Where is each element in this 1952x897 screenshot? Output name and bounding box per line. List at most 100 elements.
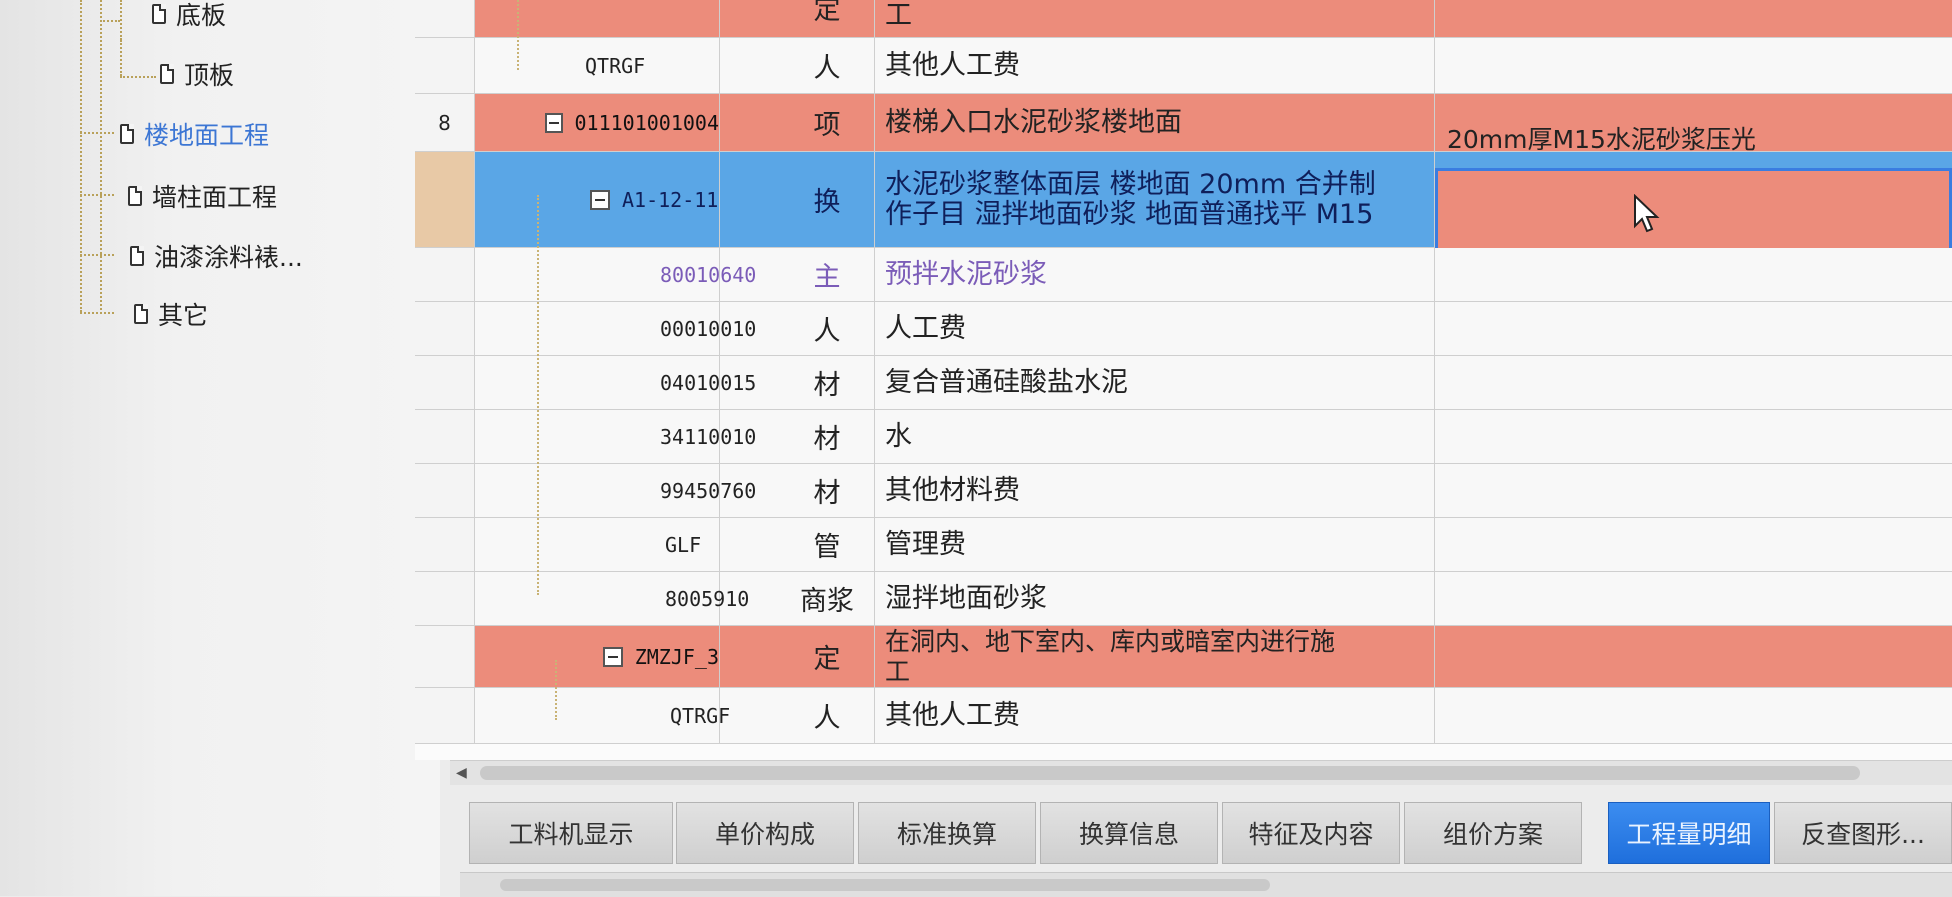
row-code: 04010015 bbox=[475, 356, 756, 409]
row-code: 00010010 bbox=[475, 302, 756, 355]
tree-item-other[interactable]: 其它 bbox=[134, 294, 208, 334]
collapse-icon[interactable] bbox=[602, 646, 623, 667]
table-row[interactable]: 定 工 bbox=[415, 0, 1952, 38]
row-index bbox=[415, 302, 475, 355]
tree-item-floor-works[interactable]: 楼地面工程 bbox=[120, 114, 269, 154]
table-row[interactable]: 04010015 材 复合普通硅酸盐水泥 bbox=[415, 356, 1952, 410]
tree-item-wall-column-works[interactable]: 墙柱面工程 bbox=[128, 176, 277, 216]
table-row[interactable]: GLF 管 管理费 bbox=[415, 518, 1952, 572]
row-index bbox=[415, 356, 475, 409]
tree-item-label: 楼地面工程 bbox=[144, 121, 270, 150]
row-index bbox=[415, 572, 475, 625]
row-feature[interactable] bbox=[1435, 626, 1952, 687]
collapse-icon[interactable] bbox=[545, 112, 563, 133]
table-row[interactable]: 99450760 材 其他材料费 bbox=[415, 464, 1952, 518]
row-feature[interactable] bbox=[1435, 464, 1952, 517]
row-feature-editing[interactable] bbox=[1435, 168, 1952, 257]
row-type: 材 bbox=[780, 410, 875, 463]
row-name: 复合普通硅酸盐水泥 bbox=[875, 356, 1435, 409]
collapse-icon[interactable] bbox=[590, 189, 610, 210]
tree-item-label: 顶板 bbox=[184, 61, 235, 90]
document-icon bbox=[130, 246, 144, 266]
table-row[interactable]: 00010010 人 人工费 bbox=[415, 302, 1952, 356]
tab-unit-price-composition[interactable]: 单价构成 bbox=[676, 802, 854, 864]
row-name: 楼梯入口水泥砂浆楼地面 bbox=[875, 94, 1435, 151]
tab-reverse-lookup-graphics[interactable]: 反查图形... bbox=[1774, 802, 1952, 864]
row-code: QTRGF bbox=[475, 688, 730, 743]
row-code: A1-12-11 bbox=[475, 152, 720, 247]
tree-connector bbox=[537, 195, 539, 595]
row-type: 人 bbox=[780, 302, 875, 355]
row-name: 人工费 bbox=[875, 302, 1435, 355]
budget-grid: 定 工 QTRGF 人 其他人工费 8 011101001004 项 楼梯入口水… bbox=[415, 0, 1952, 760]
table-row[interactable]: 8 011101001004 项 楼梯入口水泥砂浆楼地面 20mm厚M15水泥砂… bbox=[415, 94, 1952, 154]
row-code bbox=[475, 0, 720, 37]
row-feature[interactable] bbox=[1435, 572, 1952, 625]
tab-labor-material-machine[interactable]: 工料机显示 bbox=[469, 802, 673, 864]
table-row[interactable]: 80010640 主 预拌水泥砂浆 bbox=[415, 248, 1952, 302]
scroll-left-icon[interactable]: ◀ bbox=[456, 765, 467, 781]
scrollbar-thumb[interactable] bbox=[480, 766, 1860, 780]
row-index: 8 bbox=[415, 94, 475, 151]
row-name: 在洞内、地下室内、库内或暗室内进行施 工 bbox=[875, 626, 1435, 687]
horizontal-scrollbar[interactable]: ◀ bbox=[450, 760, 1952, 785]
tab-pricing-plan[interactable]: 组价方案 bbox=[1404, 802, 1582, 864]
row-name: 管理费 bbox=[875, 518, 1435, 571]
row-code: 99450760 bbox=[475, 464, 756, 517]
tree-item-top-slab[interactable]: 顶板 bbox=[160, 54, 234, 94]
tab-quantity-details[interactable]: 工程量明细 bbox=[1608, 802, 1770, 864]
table-row-selected[interactable]: A1-12-11 换 水泥砂浆整体面层 楼地面 20mm 合并制 作子目 湿拌地… bbox=[415, 152, 1952, 257]
row-index bbox=[415, 410, 475, 463]
row-type: 项 bbox=[780, 94, 875, 151]
document-icon bbox=[128, 186, 142, 206]
tab-standard-conversion[interactable]: 标准换算 bbox=[858, 802, 1036, 864]
row-index bbox=[415, 626, 475, 687]
row-type: 人 bbox=[780, 688, 875, 743]
tree-item-paint-works[interactable]: 油漆涂料裱... bbox=[130, 236, 303, 276]
table-row[interactable]: QTRGF 人 其他人工费 bbox=[415, 688, 1952, 744]
row-index bbox=[415, 38, 475, 93]
row-type: 换 bbox=[780, 152, 875, 247]
document-icon bbox=[120, 124, 134, 144]
row-index bbox=[415, 518, 475, 571]
row-feature[interactable] bbox=[1435, 248, 1952, 301]
tree-connector bbox=[517, 0, 519, 70]
row-code: QTRGF bbox=[475, 38, 720, 93]
row-feature[interactable] bbox=[1435, 410, 1952, 463]
row-feature[interactable] bbox=[1435, 356, 1952, 409]
row-code: 8005910 bbox=[475, 572, 749, 625]
table-row[interactable]: 8005910 商浆 湿拌地面砂浆 bbox=[415, 572, 1952, 626]
row-type: 主 bbox=[780, 248, 875, 301]
tab-conversion-info[interactable]: 换算信息 bbox=[1040, 802, 1218, 864]
table-row[interactable]: ZMZJF_3 定 在洞内、地下室内、库内或暗室内进行施 工 bbox=[415, 626, 1952, 688]
bottom-scrollbar[interactable] bbox=[460, 872, 1952, 897]
document-icon bbox=[134, 304, 148, 324]
tab-features-content[interactable]: 特征及内容 bbox=[1222, 802, 1400, 864]
scrollbar-thumb[interactable] bbox=[500, 879, 1270, 891]
row-feature[interactable] bbox=[1435, 38, 1952, 93]
row-type: 定 bbox=[780, 626, 875, 687]
row-code: 80010640 bbox=[475, 248, 756, 301]
row-name: 其他人工费 bbox=[875, 38, 1435, 93]
row-type: 管 bbox=[780, 518, 875, 571]
table-row[interactable]: QTRGF 人 其他人工费 bbox=[415, 38, 1952, 94]
row-name: 预拌水泥砂浆 bbox=[875, 248, 1435, 301]
row-feature[interactable] bbox=[1435, 688, 1952, 743]
tree-item-label: 底板 bbox=[176, 1, 227, 30]
row-feature[interactable] bbox=[1435, 302, 1952, 355]
row-feature[interactable]: 20mm厚M15水泥砂浆压光 bbox=[1435, 94, 1952, 154]
row-index bbox=[415, 688, 475, 743]
row-type: 人 bbox=[780, 38, 875, 93]
table-row[interactable]: 34110010 材 水 bbox=[415, 410, 1952, 464]
row-feature[interactable] bbox=[1435, 518, 1952, 571]
project-tree: 底板 顶板 楼地面工程 墙柱面工程 油漆涂料裱... 其它 bbox=[0, 0, 440, 896]
tree-item-label: 其它 bbox=[158, 301, 209, 330]
row-type: 定 bbox=[780, 0, 875, 37]
tree-item-bottom-slab[interactable]: 底板 bbox=[152, 0, 226, 34]
mouse-cursor-icon bbox=[1634, 194, 1660, 233]
row-feature[interactable] bbox=[1435, 0, 1952, 37]
row-type: 材 bbox=[780, 356, 875, 409]
row-name: 水泥砂浆整体面层 楼地面 20mm 合并制 作子目 湿拌地面砂浆 地面普通找平 … bbox=[875, 152, 1435, 247]
row-code: 34110010 bbox=[475, 410, 756, 463]
row-code: GLF bbox=[475, 518, 720, 571]
